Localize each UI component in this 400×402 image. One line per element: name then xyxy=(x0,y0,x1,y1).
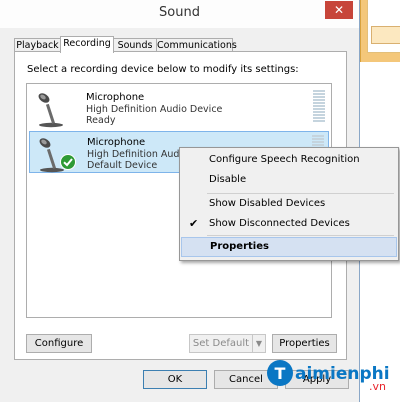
tab-recording[interactable]: Recording xyxy=(60,36,114,53)
properties-button[interactable]: Properties xyxy=(272,334,337,353)
device-description: High Definition Audio Device xyxy=(86,104,223,115)
title-bar: Sound ✕ xyxy=(0,0,359,28)
menu-separator xyxy=(207,235,394,236)
menu-item-label: Properties xyxy=(210,241,269,252)
set-default-button: Set Default xyxy=(189,334,253,353)
device-row[interactable]: Microphone High Definition Audio Device … xyxy=(29,87,329,129)
menu-item-label: Disable xyxy=(209,174,247,185)
background-window-button xyxy=(371,26,400,44)
device-name: Microphone xyxy=(87,137,146,148)
device-status: Ready xyxy=(86,115,116,126)
watermark-logo: T aimienphi .vn xyxy=(266,356,400,401)
menu-item-configure-speech-recognition[interactable]: Configure Speech Recognition xyxy=(181,150,397,170)
instruction-text: Select a recording device below to modif… xyxy=(27,64,299,75)
menu-item-label: Show Disabled Devices xyxy=(209,198,326,209)
menu-item-show-disconnected-devices[interactable]: ✔ Show Disconnected Devices xyxy=(181,214,397,234)
menu-item-properties[interactable]: Properties xyxy=(181,237,397,257)
level-meter xyxy=(313,90,325,124)
svg-text:T: T xyxy=(275,364,286,383)
device-name: Microphone xyxy=(86,92,145,103)
menu-item-disable[interactable]: Disable xyxy=(181,170,397,190)
menu-item-label: Show Disconnected Devices xyxy=(209,218,350,229)
microphone-icon xyxy=(35,90,73,128)
window-title: Sound xyxy=(159,5,200,20)
background-window xyxy=(360,0,400,62)
close-button[interactable]: ✕ xyxy=(325,1,353,19)
set-default-dropdown: ▼ xyxy=(252,334,266,353)
configure-button[interactable]: Configure xyxy=(26,334,92,353)
default-check-icon xyxy=(60,154,76,173)
chevron-down-icon: ▼ xyxy=(255,339,263,348)
checkmark-icon: ✔ xyxy=(189,217,199,230)
menu-item-show-disabled-devices[interactable]: Show Disabled Devices xyxy=(181,194,397,214)
context-menu: Configure Speech Recognition Disable Sho… xyxy=(179,147,399,261)
ok-button[interactable]: OK xyxy=(143,370,207,389)
menu-item-label: Configure Speech Recognition xyxy=(209,154,360,165)
watermark-suffix: .vn xyxy=(369,380,386,393)
device-status: Default Device xyxy=(87,160,158,171)
